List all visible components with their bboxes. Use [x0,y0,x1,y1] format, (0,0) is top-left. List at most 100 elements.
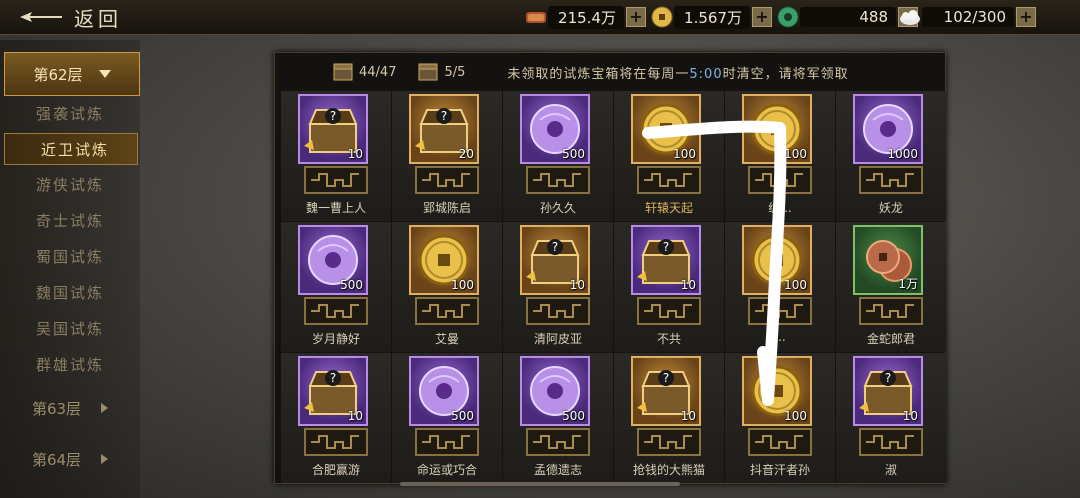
chest-cell[interactable]: 100 轩辕天起 [614,91,724,221]
copper-add-button[interactable]: + [752,7,772,27]
sidebar-item-ranger-trial[interactable]: 游侠试炼 [0,169,140,201]
svg-text:?: ? [663,371,669,385]
chest-cell[interactable]: 100... [725,222,835,352]
reward-quantity: 100 [673,147,696,161]
reward-item: 1000 [853,94,923,164]
chevron-right-icon [101,454,109,464]
chest-cell[interactable]: 1000 妖龙 [836,91,946,221]
reward-item: 100 [631,94,701,164]
pedestal-icon [859,428,923,456]
chest-cell[interactable]: 500 岁月静好 [281,222,391,352]
sidebar-item-wu-trial[interactable]: 吴国试炼 [0,313,140,345]
reward-quantity: 10 [347,147,363,161]
jade-value: 488 [800,7,896,27]
sidebar-item-warlords-trial[interactable]: 群雄试炼 [0,349,140,381]
player-name: 抖音汗者孙 [749,463,810,477]
chevron-down-icon [98,70,111,78]
reward-quantity: 10 [680,278,696,292]
floor-64-label: 第64层 [31,450,82,469]
reward-quantity: 10 [680,409,696,423]
chest-cell[interactable]: 100 抖音汗者孙 [725,353,835,483]
reward-quantity: 10 [569,278,585,292]
reward-quantity: 20 [458,147,474,161]
player-name: 魏一曹上人 [305,201,366,215]
grain-add-button[interactable]: + [626,7,646,27]
pedestal-icon [637,297,701,325]
pedestal-icon [748,166,812,194]
chest-cell[interactable]: ? 10 抢钱的大熊猫 [614,353,724,483]
pedestal-icon [637,428,701,456]
horizontal-scrollbar[interactable] [400,482,680,486]
floor-64-item[interactable]: 第64层 [0,441,140,477]
chest-cell[interactable]: 100 纵... [725,91,835,221]
grain-icon [526,12,546,23]
player-name: 孟德遗志 [533,463,582,477]
back-arrow-icon [20,12,62,22]
sidebar-item-wei-trial[interactable]: 魏国试炼 [0,277,140,309]
reward-item: ? 10 [853,356,923,426]
player-name: 纵... [768,201,792,215]
chest-cell[interactable]: 500 命运或巧合 [392,353,502,483]
reward-item: ? 10 [631,356,701,426]
pedestal-icon [748,428,812,456]
reward-item: 100 [742,356,812,426]
reward-item: ? 10 [520,225,590,295]
resource-copper: 1.567万 + [650,5,772,29]
chest-icon [333,63,353,81]
back-button[interactable]: 返回 [18,4,122,31]
chest-cell[interactable]: ? 10 不共 [614,222,724,352]
notice-text-a: 未领取的试炼宝箱将在每周一 [507,66,690,82]
chest-cell[interactable]: 100 艾曼 [392,222,502,352]
reward-item: ? 10 [631,225,701,295]
trial-sidebar: 第62层 强袭试炼 近卫试炼 游侠试炼 奇士试炼 蜀国试炼 魏国试炼 吴国试炼 … [0,40,140,498]
sidebar-item-assault-trial[interactable]: 强袭试炼 [0,98,140,130]
sidebar-item-guard-trial[interactable]: 近卫试炼 [4,133,138,165]
chevron-right-icon [101,403,109,413]
floor-63-item[interactable]: 第63层 [0,390,140,426]
reward-quantity: 10 [902,409,918,423]
player-name: 清阿皮亚 [533,332,582,346]
player-name: 轩辕天起 [644,201,693,215]
notice-text-b: 时清空，请将军领取 [722,66,849,82]
pedestal-icon [304,166,368,194]
notice-time: 5:00 [689,66,723,82]
reward-item: 100 [742,225,812,295]
chest-cell[interactable]: ? 20 郢城陈启 [392,91,502,221]
chest-cell[interactable]: ? 10 淑 [836,353,946,483]
player-name: 妖龙 [878,201,903,215]
reward-quantity: 10 [347,409,363,423]
active-floor-label: 第62层 [33,65,83,84]
pedestal-icon [415,428,479,456]
reward-quantity: 1000 [887,147,918,161]
pedestal-icon [415,297,479,325]
player-name: 命运或巧合 [416,463,477,477]
reward-quantity: 100 [784,278,807,292]
chest-cell[interactable]: ? 10 清阿皮亚 [503,222,613,352]
chest-cell[interactable]: ? 10 魏一曹上人 [281,91,391,221]
top-bar: 返回 215.4万 + 1.567万 + 488 + 102/300 + [0,0,1080,35]
chest-cell[interactable]: 500 孙久久 [503,91,613,221]
floor-selector-active[interactable]: 第62层 [4,52,140,96]
reward-item: 500 [520,356,590,426]
svg-text:?: ? [663,240,669,254]
back-label: 返回 [74,6,122,31]
chest-cell[interactable]: 500 孟德遗志 [503,353,613,483]
sidebar-item-strategist-trial[interactable]: 奇士试炼 [0,205,140,237]
pedestal-icon [637,166,701,194]
jade-icon [777,6,799,28]
svg-text:?: ? [441,109,447,123]
sidebar-item-shu-trial[interactable]: 蜀国试炼 [0,241,140,273]
pedestal-icon [526,297,590,325]
chest-panel: 44/47 5/5 未领取的试炼宝箱将在每周一5:00时清空，请将军领取 ? 10… [274,52,946,484]
stamina-cloud-icon [900,10,920,25]
reward-quantity: 500 [562,409,585,423]
stamina-add-button[interactable]: + [1016,7,1036,27]
player-name: 合肥赢游 [311,463,360,477]
player-name: 金蛇郎君 [866,332,915,346]
pedestal-icon [526,428,590,456]
chest-cell[interactable]: ? 10 合肥赢游 [281,353,391,483]
chest-count-weekly: 5/5 [444,64,466,80]
chest-count-total: 44/47 [359,64,397,80]
reward-quantity: 1万 [898,277,918,291]
chest-cell[interactable]: 1万金蛇郎君 [836,222,946,352]
